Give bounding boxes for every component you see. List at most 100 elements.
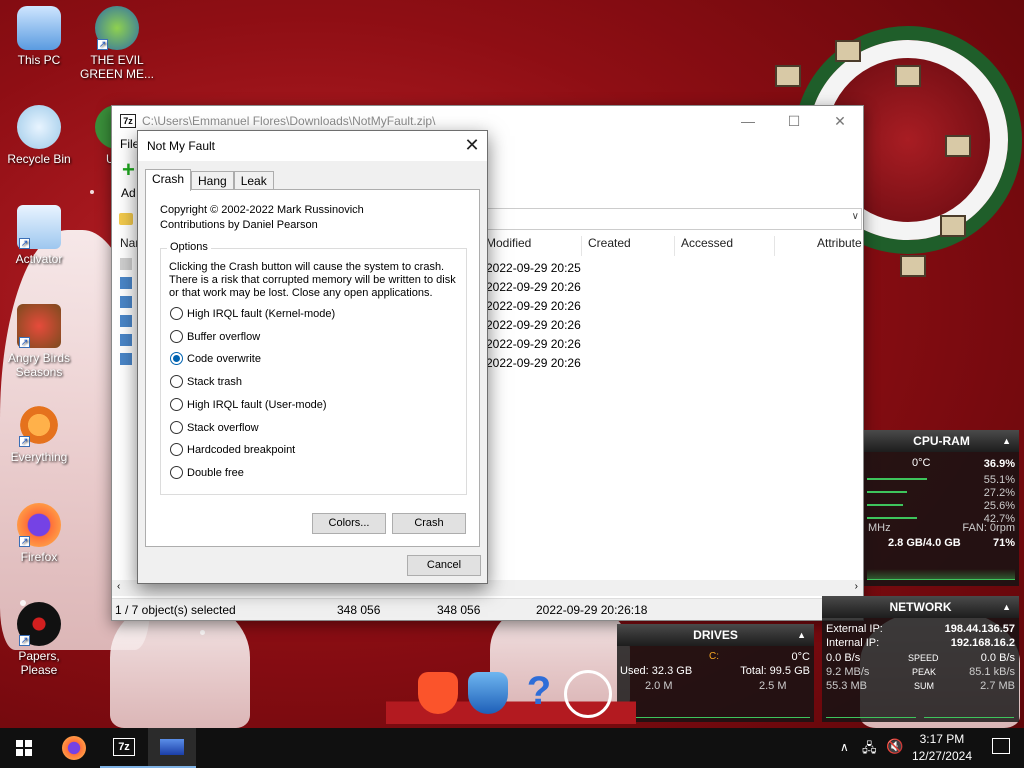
- desktop-icon-papers-please[interactable]: ↗ Papers, Please: [1, 602, 77, 677]
- net-peak-up: 85.1 kB/s: [969, 666, 1015, 678]
- option-stack-overflow[interactable]: Stack overflow: [170, 421, 259, 434]
- firefox-icon: [62, 736, 86, 760]
- net-up-graph: [924, 696, 1014, 718]
- core-bar: [867, 504, 903, 506]
- status-selected: 1 / 7 object(s) selected: [115, 603, 236, 617]
- folder-up-icon[interactable]: [119, 213, 133, 225]
- desktop-icon-firefox[interactable]: ↗ Firefox: [1, 503, 77, 564]
- collapse-icon[interactable]: ▲: [1002, 596, 1011, 618]
- cancel-button[interactable]: Cancel: [407, 555, 481, 576]
- cpu-fan: FAN: 0rpm: [962, 522, 1015, 534]
- tab-hang[interactable]: Hang: [191, 171, 234, 191]
- close-icon[interactable]: ✕: [817, 106, 863, 136]
- notification-icon[interactable]: [992, 738, 1010, 754]
- column-created[interactable]: Created: [581, 236, 631, 256]
- desktop-icon-recycle-bin[interactable]: Recycle Bin: [1, 105, 77, 166]
- radio-button[interactable]: [170, 330, 183, 343]
- desktop-icon-this-pc[interactable]: This PC: [1, 6, 77, 67]
- start-button[interactable]: [0, 728, 48, 768]
- net-sum-up: 2.7 MB: [980, 680, 1015, 692]
- taskbar: 7z ∧ 🖧 🔇 3:17 PM 12/27/2024: [0, 728, 1024, 768]
- option-high-irql-user[interactable]: High IRQL fault (User-mode): [170, 398, 327, 411]
- cpu-core-1: 55.1%: [983, 474, 1015, 486]
- radio-button[interactable]: [170, 375, 183, 388]
- taskbar-firefox[interactable]: [50, 728, 98, 768]
- table-row[interactable]: 2022-09-29 20:26: [486, 299, 581, 313]
- desktop-icon-angry-birds[interactable]: ↗ Angry Birds Seasons: [1, 304, 77, 379]
- chevron-up-icon[interactable]: ∧: [840, 740, 849, 754]
- add-label: Ad: [121, 186, 136, 200]
- 7zip-icon: 7z: [120, 114, 136, 128]
- notmyfault-icon: [160, 739, 184, 755]
- taskbar-7zip[interactable]: 7z: [100, 728, 148, 768]
- everything-search-icon: ↗: [17, 403, 61, 447]
- 7zip-icon: 7z: [113, 738, 135, 756]
- ram-percent: 71%: [992, 537, 1015, 549]
- tab-leak[interactable]: Leak: [233, 171, 274, 191]
- volume-muted-icon[interactable]: 🔇: [886, 738, 903, 755]
- status-date: 2022-09-29 20:26:18: [536, 603, 648, 617]
- status-packed: 348 056: [437, 603, 481, 617]
- table-row[interactable]: 2022-09-29 20:26: [486, 280, 581, 294]
- brave-icon[interactable]: [418, 672, 458, 714]
- table-row[interactable]: 2022-09-29 20:26: [486, 337, 581, 351]
- radio-button[interactable]: [170, 466, 183, 479]
- crash-button[interactable]: Crash: [392, 513, 466, 534]
- cpu-core-3: 25.6%: [983, 500, 1015, 512]
- option-high-irql-kernel[interactable]: High IRQL fault (Kernel-mode): [170, 307, 335, 320]
- table-row[interactable]: 2022-09-29 20:25: [486, 261, 581, 275]
- radio-button[interactable]: [170, 421, 183, 434]
- option-buffer-overflow[interactable]: Buffer overflow: [170, 330, 260, 343]
- add-icon[interactable]: +: [122, 159, 138, 181]
- net-down-graph: [826, 696, 916, 718]
- wise-care-icon[interactable]: [468, 672, 508, 714]
- recycle-bin-icon: [17, 105, 61, 149]
- table-row[interactable]: 2022-09-29 20:26: [486, 318, 581, 332]
- dialog-title: Not My Fault: [147, 139, 216, 153]
- desktop-icon-activator[interactable]: ↗ Activator: [1, 205, 77, 266]
- crash-description: Clicking the Crash button will cause the…: [169, 261, 456, 299]
- drive-write: 2.5 M: [759, 680, 787, 692]
- column-accessed[interactable]: Accessed: [674, 236, 733, 256]
- network-header[interactable]: NETWORK ▲: [822, 596, 1019, 618]
- cpu-core-2: 27.2%: [983, 487, 1015, 499]
- radio-button-selected[interactable]: [170, 352, 183, 365]
- dialog-titlebar[interactable]: Not My Fault: [138, 131, 487, 161]
- close-icon[interactable]: ✕: [457, 131, 487, 161]
- option-double-free[interactable]: Double free: [170, 466, 244, 479]
- maximize-icon[interactable]: ☐: [771, 106, 817, 136]
- table-row[interactable]: 2022-09-29 20:26: [486, 356, 581, 370]
- tab-crash[interactable]: Crash: [145, 169, 192, 191]
- taskbar-clock[interactable]: 3:17 PM 12/27/2024: [912, 731, 972, 765]
- option-stack-trash[interactable]: Stack trash: [170, 375, 242, 388]
- help-icon[interactable]: ?: [524, 668, 554, 714]
- desktop-icon-evil-green-me[interactable]: ↗ THE EVIL GREEN ME...: [79, 6, 155, 81]
- option-code-overwrite[interactable]: Code overwrite: [170, 352, 261, 365]
- taskbar-notmyfault[interactable]: [148, 728, 196, 768]
- tab-strip: Crash Hang Leak: [145, 169, 274, 191]
- chevron-down-icon[interactable]: ∨: [852, 211, 859, 222]
- minimize-icon[interactable]: —: [725, 106, 771, 136]
- colors-button[interactable]: Colors...: [312, 513, 386, 534]
- net-peak-label: PEAK: [912, 667, 937, 677]
- drives-widget: DRIVES ▲ C: 0°C Used: 32.3 GB Total: 99.5…: [617, 624, 814, 722]
- crash-panel: Copyright © 2002-2022 Mark Russinovich C…: [145, 189, 480, 547]
- refresh-icon[interactable]: [564, 670, 612, 718]
- option-hardcoded-breakpoint[interactable]: Hardcoded breakpoint: [170, 443, 295, 456]
- column-modified[interactable]: Modified: [486, 236, 531, 256]
- column-attributes[interactable]: Attribute: [774, 236, 864, 256]
- drive-letter: C:: [709, 651, 719, 662]
- address-bar[interactable]: [472, 208, 862, 230]
- radio-button[interactable]: [170, 307, 183, 320]
- radio-button[interactable]: [170, 443, 183, 456]
- ram-graph: [867, 554, 1015, 580]
- drives-header[interactable]: DRIVES ▲: [617, 624, 814, 646]
- external-ip: 198.44.136.57: [944, 623, 1015, 635]
- radio-button[interactable]: [170, 398, 183, 411]
- network-icon[interactable]: 🖧: [862, 739, 877, 761]
- collapse-icon[interactable]: ▲: [797, 624, 806, 646]
- cpu-ram-header[interactable]: CPU-RAM ▲: [864, 430, 1019, 452]
- collapse-icon[interactable]: ▲: [1002, 430, 1011, 452]
- status-size: 348 056: [337, 603, 381, 617]
- desktop-icon-everything[interactable]: ↗ Everything: [1, 403, 77, 464]
